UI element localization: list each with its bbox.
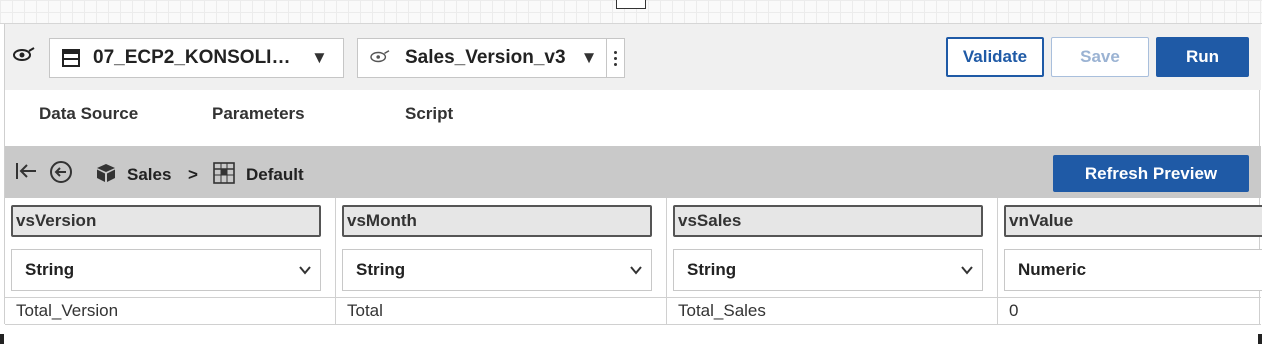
breadcrumb-model[interactable]: Sales bbox=[127, 165, 171, 185]
column-type-value: String bbox=[25, 260, 75, 279]
resize-corner[interactable] bbox=[0, 334, 4, 344]
validate-button[interactable]: Validate bbox=[946, 37, 1044, 77]
column-type-value: Numeric bbox=[1018, 260, 1087, 279]
column-preview-value: 0 bbox=[998, 297, 1261, 324]
column-name-field[interactable]: vnValue bbox=[1004, 205, 1262, 237]
variable-set-name: Sales_Version_v3 bbox=[405, 47, 566, 68]
data-connection-name: 07_ECP2_KONSOLIDIERUNG bbox=[93, 47, 303, 68]
chevron-down-icon bbox=[960, 263, 974, 277]
variable-icon bbox=[369, 48, 391, 68]
caret-down-icon: ▼ bbox=[580, 48, 598, 67]
column-name-field[interactable]: vsVersion bbox=[11, 205, 321, 237]
breadcrumb-separator: > bbox=[188, 165, 198, 184]
column-type-select[interactable]: String bbox=[11, 249, 321, 291]
column-type-select[interactable]: String bbox=[673, 249, 983, 291]
column-vnvalue: vnValue Numeric 0 bbox=[998, 198, 1262, 324]
data-connection-dropdown[interactable]: 07_ECP2_KONSOLIDIERUNG ▼ bbox=[49, 38, 344, 78]
column-vsmonth: vsMonth String Total bbox=[336, 198, 667, 324]
go-to-first-icon[interactable] bbox=[14, 160, 38, 182]
refresh-preview-button[interactable]: Refresh Preview bbox=[1053, 155, 1249, 192]
column-vssales: vsSales String Total_Sales bbox=[667, 198, 998, 324]
tab-parameters[interactable]: Parameters bbox=[212, 104, 305, 124]
variable-set-dropdown[interactable]: Sales_Version_v3 ▼ bbox=[357, 38, 625, 78]
save-button[interactable]: Save bbox=[1051, 37, 1149, 77]
script-editor-panel: 07_ECP2_KONSOLIDIERUNG ▼ Sales_Version_v… bbox=[4, 24, 1262, 325]
variable-icon[interactable] bbox=[12, 45, 36, 65]
resize-handle[interactable] bbox=[616, 0, 646, 9]
tab-script[interactable]: Script bbox=[405, 104, 453, 124]
caret-down-icon: ▼ bbox=[311, 48, 328, 67]
column-preview-value: Total_Sales bbox=[667, 297, 997, 324]
tab-data-source[interactable]: Data Source bbox=[39, 104, 138, 124]
resize-corner[interactable] bbox=[1258, 334, 1262, 344]
column-type-value: String bbox=[356, 260, 406, 279]
column-type-value: String bbox=[687, 260, 737, 279]
preview-bar: Sales > Default Refresh Preview bbox=[5, 146, 1261, 198]
column-preview-value: Total bbox=[336, 297, 666, 324]
chevron-down-icon bbox=[629, 263, 643, 277]
model-cube-icon bbox=[95, 162, 117, 184]
column-name-field[interactable]: vsSales bbox=[673, 205, 983, 237]
table-bottom-border bbox=[5, 324, 1261, 325]
run-button[interactable]: Run bbox=[1156, 37, 1249, 77]
version-table-icon bbox=[212, 161, 236, 185]
table-icon bbox=[61, 48, 83, 68]
column-vsversion: vsVersion String Total_Version bbox=[5, 198, 336, 324]
chevron-down-icon bbox=[298, 263, 312, 277]
column-name-field[interactable]: vsMonth bbox=[342, 205, 652, 237]
more-options-icon[interactable] bbox=[607, 50, 624, 66]
breadcrumb-version[interactable]: Default bbox=[246, 165, 304, 185]
column-type-select[interactable]: Numeric bbox=[1004, 249, 1262, 291]
column-type-select[interactable]: String bbox=[342, 249, 652, 291]
back-icon[interactable] bbox=[49, 160, 73, 184]
toolbar: 07_ECP2_KONSOLIDIERUNG ▼ Sales_Version_v… bbox=[5, 24, 1261, 90]
column-preview-value: Total_Version bbox=[5, 297, 335, 324]
